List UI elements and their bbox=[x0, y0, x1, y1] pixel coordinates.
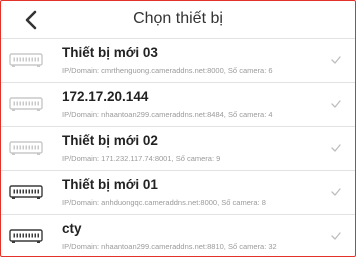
device-detail: IP/Domain: cmrthenguong.cameraddns.net:8… bbox=[62, 66, 273, 75]
page-title: Chọn thiết bị bbox=[133, 10, 223, 27]
check-icon bbox=[331, 232, 341, 240]
device-name: Thiết bị mới 01 bbox=[62, 177, 158, 192]
dvr-device-icon bbox=[9, 96, 43, 112]
device-detail: IP/Domain: anhduongqc.cameraddns.net:800… bbox=[62, 198, 266, 207]
device-row[interactable]: Thiết bị mới 01 IP/Domain: anhduongqc.ca… bbox=[1, 171, 355, 215]
dvr-device-icon bbox=[9, 52, 43, 68]
device-detail: IP/Domain: nhaantoan299.cameraddns.net:8… bbox=[62, 242, 277, 251]
check-icon bbox=[331, 100, 341, 108]
dvr-device-icon bbox=[9, 184, 43, 200]
device-detail: IP/Domain: 171.232.117.74:8001, Số camer… bbox=[62, 154, 221, 163]
check-icon bbox=[331, 144, 341, 152]
device-row[interactable]: 172.17.20.144 IP/Domain: nhaantoan299.ca… bbox=[1, 83, 355, 127]
dvr-device-icon bbox=[9, 228, 43, 244]
device-picker-screen: Chọn thiết bị Thiết bị mới 03 IP/Domain:… bbox=[0, 0, 356, 257]
device-name: Thiết bị mới 02 bbox=[62, 133, 158, 148]
device-list: Thiết bị mới 03 IP/Domain: cmrthenguong.… bbox=[1, 38, 355, 256]
device-row[interactable]: Thiết bị mới 03 IP/Domain: cmrthenguong.… bbox=[1, 39, 355, 83]
device-name: cty bbox=[62, 221, 82, 236]
check-icon bbox=[331, 56, 341, 64]
device-name: 172.17.20.144 bbox=[62, 89, 149, 104]
check-icon bbox=[331, 188, 341, 196]
device-row[interactable]: cty IP/Domain: nhaantoan299.cameraddns.n… bbox=[1, 215, 355, 256]
header-bar: Chọn thiết bị bbox=[1, 1, 355, 37]
device-name: Thiết bị mới 03 bbox=[62, 45, 158, 60]
device-row[interactable]: Thiết bị mới 02 IP/Domain: 171.232.117.7… bbox=[1, 127, 355, 171]
device-detail: IP/Domain: nhaantoan299.cameraddns.net:8… bbox=[62, 110, 273, 119]
dvr-device-icon bbox=[9, 140, 43, 156]
